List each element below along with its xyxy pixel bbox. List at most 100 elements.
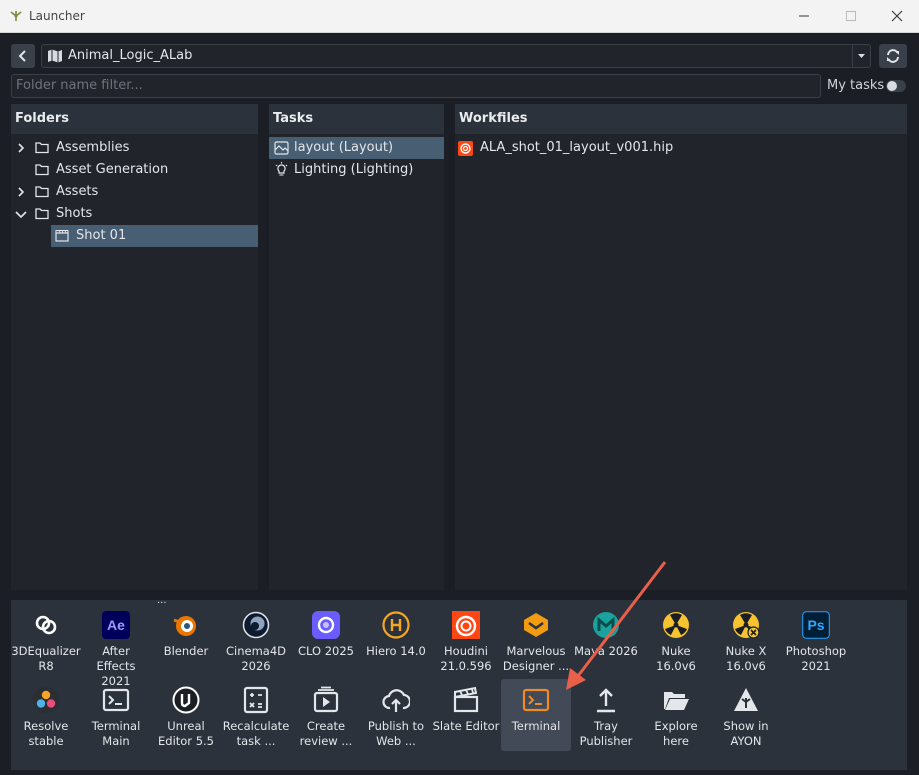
task-label: layout (Layout)	[294, 140, 394, 155]
houdini-icon	[452, 611, 480, 639]
workfiles-panel: Workfiles ALA_shot_01_layout_v001.hip	[455, 104, 907, 590]
3dequalizer-icon	[35, 615, 57, 635]
app-marvelous-designer[interactable]: Marvelous Designer ...	[501, 604, 571, 676]
app-label: Cinema4D 2026	[225, 644, 286, 673]
app-label: Terminal	[511, 719, 561, 733]
app-label: Slate Editor	[432, 719, 500, 733]
action-create-review[interactable]: Create review ...	[291, 679, 361, 751]
app-label: Photoshop 2021	[785, 644, 847, 673]
folder-item-assemblies[interactable]: Assemblies	[11, 137, 258, 159]
project-bar: Animal_Logic_ALab	[11, 44, 907, 68]
window-titlebar: Launcher	[0, 0, 919, 33]
app-label: Nuke 16.0v6	[656, 644, 696, 673]
project-name: Animal_Logic_ALab	[68, 48, 193, 63]
folder-open-icon	[664, 692, 689, 710]
app-label: Create review ...	[299, 719, 353, 748]
window-title: Launcher	[29, 9, 85, 23]
folder-item-assets[interactable]: Assets	[11, 181, 258, 203]
refresh-button[interactable]	[879, 44, 907, 68]
action-show-in-ayon[interactable]: Show in AYON	[711, 679, 781, 751]
svg-text:Ae: Ae	[107, 617, 125, 633]
task-item-layout[interactable]: layout (Layout)	[269, 137, 444, 159]
app-photoshop[interactable]: Ps Photoshop 2021	[781, 604, 851, 676]
folder-label: Shots	[56, 206, 93, 221]
layout-icon	[274, 141, 289, 155]
app-3dequalizer[interactable]: 3DEqualizer R8	[11, 604, 81, 676]
app-houdini[interactable]: Houdini 21.0.596	[431, 604, 501, 676]
back-button[interactable]	[11, 44, 35, 68]
app-label: CLO 2025	[297, 644, 354, 658]
action-explore-here[interactable]: Explore here	[641, 679, 711, 751]
app-label: Show in AYON	[723, 719, 769, 748]
app-nukex[interactable]: Nuke X 16.0v6	[711, 604, 781, 676]
unreal-icon	[172, 686, 200, 714]
folder-icon	[35, 186, 49, 198]
minimize-icon[interactable]	[796, 8, 812, 24]
terminal-icon	[522, 688, 550, 712]
lightbulb-icon	[275, 162, 288, 176]
photoshop-icon: Ps	[802, 611, 830, 639]
terminal-icon	[102, 688, 130, 712]
app-terminal-main[interactable]: Terminal Main	[81, 679, 151, 751]
workfile-item[interactable]: ALA_shot_01_layout_v001.hip	[455, 137, 907, 159]
review-icon	[313, 686, 339, 713]
folder-label: Assets	[56, 184, 99, 199]
calculator-icon	[243, 686, 269, 714]
app-label: Unreal Editor 5.5	[158, 719, 214, 748]
clapperboard-icon	[453, 686, 479, 713]
svg-text:Ps: Ps	[807, 617, 824, 633]
application-dock: 3DEqualizer R8 Ae After Effects 2021 ...…	[11, 595, 907, 770]
filter-bar: My tasks	[11, 74, 907, 98]
app-clo[interactable]: CLO 2025	[291, 604, 361, 676]
after-effects-icon: Ae	[102, 611, 130, 639]
folders-tree: Assemblies Asset Generation Assets Shots	[11, 134, 258, 590]
app-cinema4d[interactable]: Cinema4D 2026	[221, 604, 291, 676]
folder-icon	[35, 142, 49, 154]
chevron-down-icon[interactable]	[15, 209, 27, 219]
app-label: Maya 2026	[574, 644, 638, 658]
app-label: Resolve stable	[23, 719, 69, 748]
toggle-knob	[887, 81, 897, 91]
app-unreal[interactable]: Unreal Editor 5.5	[151, 679, 221, 751]
app-label: Blender	[163, 644, 209, 658]
cloud-upload-icon	[382, 689, 410, 712]
app-label: Nuke X 16.0v6	[725, 644, 767, 673]
app-after-effects[interactable]: Ae After Effects 2021	[81, 604, 151, 688]
task-label: Lighting (Lighting)	[294, 162, 414, 177]
nuke-icon	[663, 612, 689, 638]
app-label: Explore here	[654, 719, 698, 748]
app-nuke[interactable]: Nuke 16.0v6	[641, 604, 711, 676]
resolve-icon	[33, 687, 59, 713]
folder-filter-input[interactable]	[16, 78, 806, 93]
map-icon	[48, 49, 62, 63]
folder-item-shot-01[interactable]: Shot 01	[51, 225, 258, 247]
clo-icon	[312, 611, 340, 639]
workfile-label: ALA_shot_01_layout_v001.hip	[480, 140, 674, 155]
my-tasks-toggle[interactable]	[886, 80, 906, 92]
my-tasks-label: My tasks	[827, 78, 885, 93]
action-publish-web[interactable]: Publish to Web ...	[361, 679, 431, 751]
chevron-right-icon[interactable]	[16, 143, 26, 153]
folders-panel: Folders Assemblies Asset Generation Asse…	[11, 104, 258, 590]
app-label: 3DEqualizer R8	[11, 644, 81, 673]
task-item-lighting[interactable]: Lighting (Lighting)	[269, 159, 444, 181]
chevron-right-icon[interactable]	[16, 187, 26, 197]
app-blender[interactable]: ... Blender	[151, 595, 221, 676]
app-hiero[interactable]: Hiero 14.0	[361, 604, 431, 676]
folder-item-asset-generation[interactable]: Asset Generation	[11, 159, 258, 181]
folder-item-shots[interactable]: Shots	[11, 203, 258, 225]
action-terminal[interactable]: Terminal	[501, 679, 571, 751]
maximize-icon[interactable]	[843, 8, 859, 24]
project-select[interactable]: Animal_Logic_ALab	[41, 44, 871, 68]
action-recalculate[interactable]: Recalculate task ...	[221, 679, 291, 751]
close-icon[interactable]	[889, 8, 905, 24]
folder-filter-field[interactable]	[11, 74, 821, 98]
ayon-logo-icon	[10, 11, 22, 21]
project-dropdown-button[interactable]	[852, 45, 870, 67]
app-maya[interactable]: Maya 2026	[571, 604, 641, 676]
folder-label: Assemblies	[56, 140, 130, 155]
app-label: Terminal Main	[91, 719, 141, 748]
action-tray-publisher[interactable]: Tray Publisher	[571, 679, 641, 751]
app-resolve[interactable]: Resolve stable	[11, 679, 81, 751]
action-slate-editor[interactable]: Slate Editor	[431, 679, 501, 751]
